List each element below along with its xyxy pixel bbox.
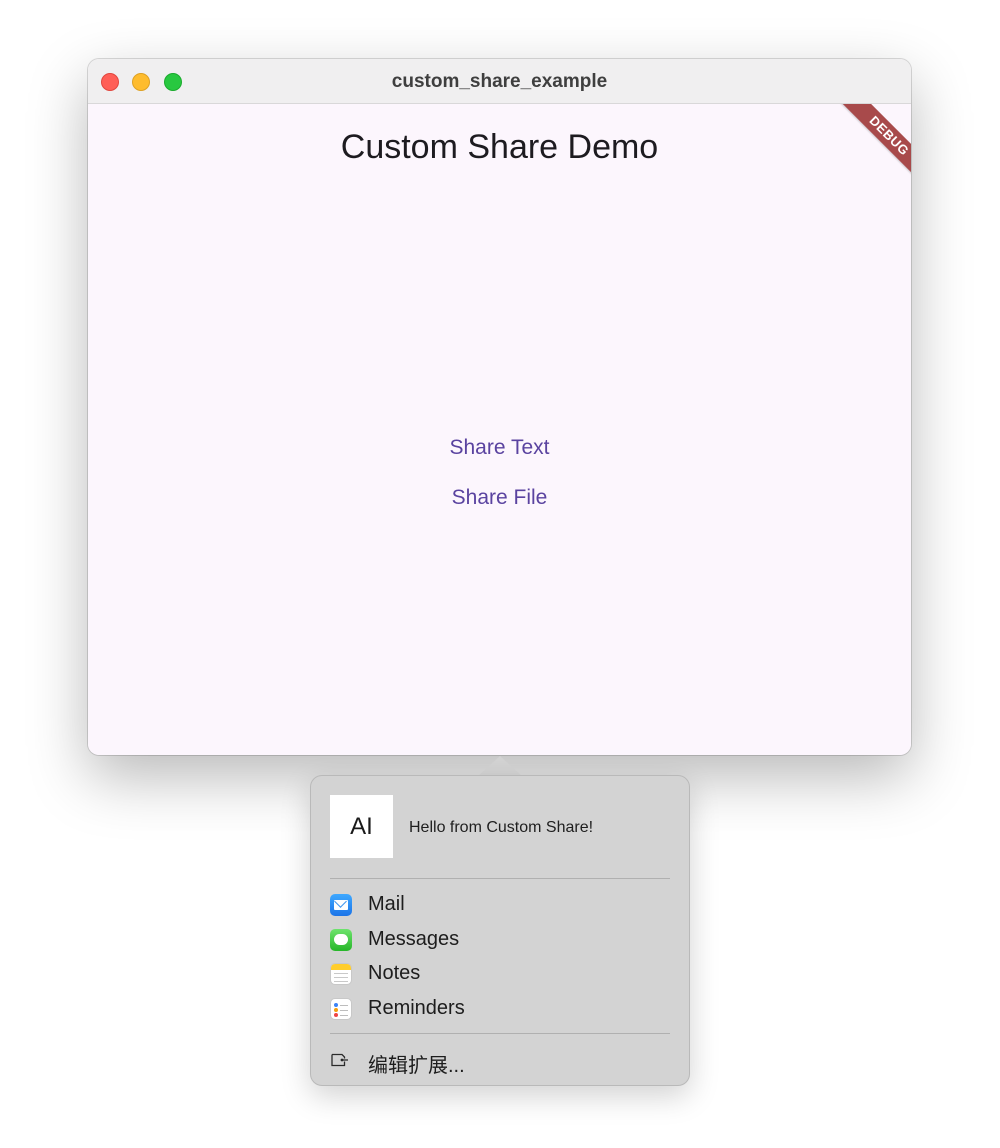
share-popover: AI Hello from Custom Share! Mail Message…	[310, 775, 690, 1086]
screen: custom_share_example Custom Share Demo S…	[0, 0, 1000, 1148]
share-item-messages[interactable]: Messages	[330, 925, 670, 955]
share-preview-thumbnail: AI	[330, 795, 393, 858]
share-item-mail[interactable]: Mail	[330, 890, 670, 920]
title-bar[interactable]: custom_share_example	[88, 59, 911, 104]
share-item-label: Reminders	[368, 997, 465, 1019]
share-file-button[interactable]: Share File	[436, 480, 564, 516]
popover-arrow	[478, 756, 522, 776]
messages-icon	[330, 929, 352, 951]
popover-divider	[330, 878, 670, 879]
mail-icon	[330, 894, 352, 916]
share-text-button[interactable]: Share Text	[433, 430, 565, 466]
app-content: Custom Share Demo Share Text Share File …	[88, 104, 911, 755]
extensions-icon	[331, 1053, 348, 1067]
share-item-label: Mail	[368, 893, 405, 915]
notes-icon	[330, 963, 352, 985]
window-title: custom_share_example	[391, 71, 608, 92]
share-item-label: Notes	[368, 962, 421, 984]
app-window: custom_share_example Custom Share Demo S…	[88, 59, 911, 755]
app-title: Custom Share Demo	[340, 128, 659, 166]
preview-glyph: AI	[350, 813, 373, 840]
share-preview-text: Hello from Custom Share!	[409, 819, 594, 836]
edit-extensions-item[interactable]: 编辑扩展...	[330, 1046, 670, 1077]
popover-divider	[330, 1033, 670, 1034]
share-item-notes[interactable]: Notes	[330, 959, 670, 989]
share-item-reminders[interactable]: Reminders	[330, 994, 670, 1024]
edit-extensions-label: 编辑扩展...	[368, 1055, 465, 1077]
share-item-label: Messages	[368, 928, 460, 950]
reminders-icon	[330, 998, 352, 1020]
text-document-icon: AI	[330, 813, 393, 841]
